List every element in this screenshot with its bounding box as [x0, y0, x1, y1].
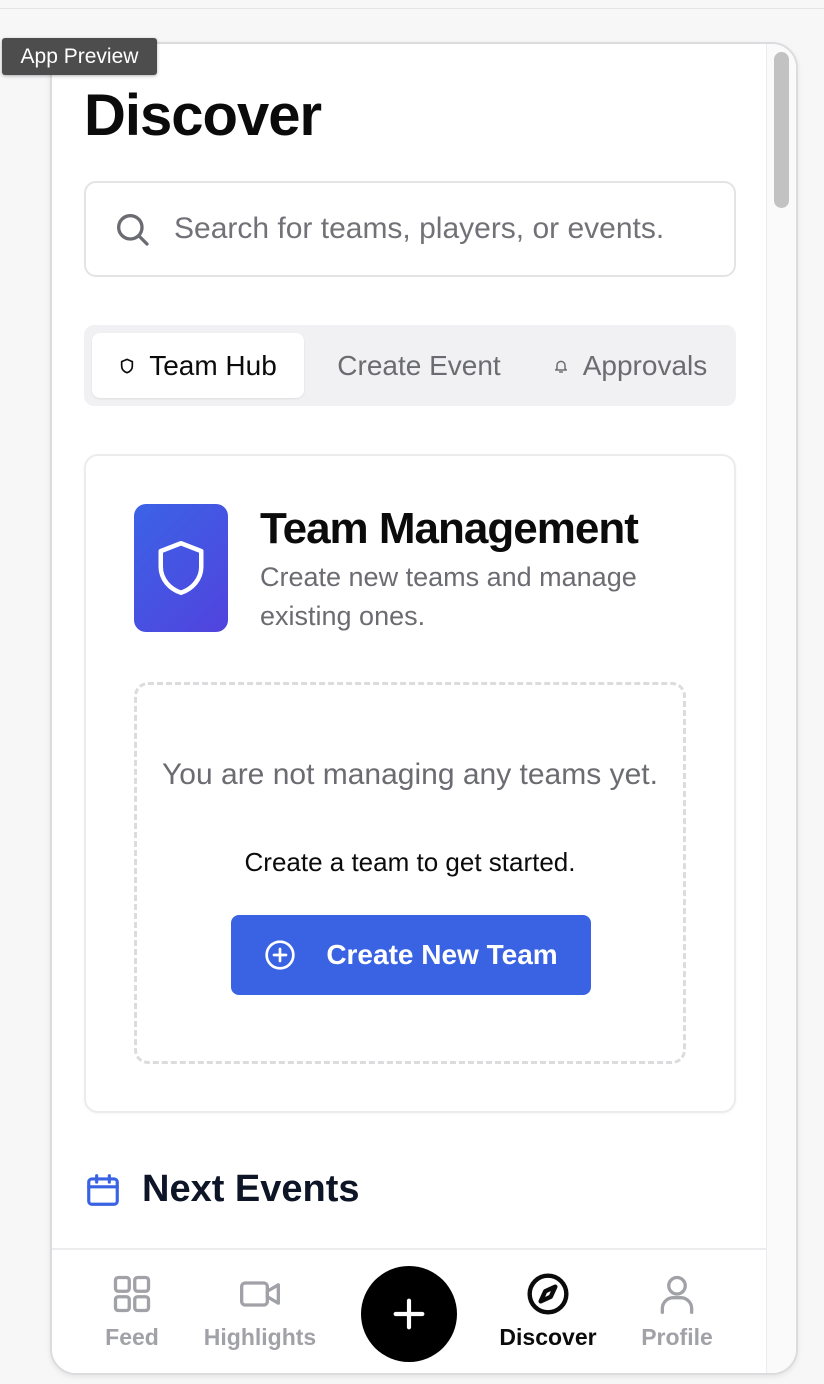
- nav-profile-label: Profile: [641, 1324, 713, 1350]
- nav-discover[interactable]: Discover: [478, 1272, 618, 1351]
- next-events-header: Next Events: [84, 1168, 360, 1211]
- bottom-nav: Feed Highlights Discover Profile: [52, 1248, 768, 1373]
- scrollbar-thumb[interactable]: [774, 52, 789, 208]
- empty-state-subtitle: Create a team to get started.: [244, 847, 576, 877]
- create-new-team-label: Create New Team: [326, 939, 558, 970]
- create-new-team-button[interactable]: Create New Team: [231, 915, 591, 995]
- empty-state-title: You are not managing any teams yet.: [162, 758, 658, 791]
- add-post-button[interactable]: [361, 1266, 457, 1362]
- nav-feed[interactable]: Feed: [62, 1272, 202, 1351]
- plus-circle-icon: [265, 940, 295, 970]
- grid-icon: [113, 1275, 151, 1313]
- team-management-card: Team Management Create new teams and man…: [84, 454, 736, 1113]
- tab-team-hub-label: Team Hub: [149, 349, 277, 381]
- search-icon: [117, 214, 149, 246]
- nav-highlights[interactable]: Highlights: [190, 1272, 330, 1351]
- nav-discover-label: Discover: [499, 1324, 597, 1350]
- shield-icon: [121, 358, 134, 373]
- calendar-icon: [87, 1173, 119, 1206]
- user-icon: [660, 1275, 694, 1314]
- search-box[interactable]: [84, 181, 736, 277]
- page-title: Discover: [84, 83, 322, 148]
- tab-approvals-label: Approvals: [582, 349, 708, 381]
- plus-icon: [393, 1298, 425, 1330]
- card-subtitle: Create new teams and manage existing one…: [260, 562, 637, 631]
- video-icon: [240, 1281, 280, 1307]
- search-input[interactable]: [174, 212, 714, 246]
- tab-team-hub[interactable]: Team Hub: [92, 333, 304, 398]
- bell-icon: [554, 360, 567, 373]
- app-preview-tag: App Preview: [2, 38, 157, 75]
- window-top-divider: [0, 8, 824, 9]
- tab-approvals[interactable]: Approvals: [530, 333, 730, 398]
- next-events-title: Next Events: [142, 1168, 360, 1210]
- discover-content: Discover Team Hub Create Event: [52, 44, 768, 1244]
- compass-icon: [527, 1273, 569, 1315]
- shield-icon: [158, 541, 204, 595]
- device-frame: Discover Team Hub Create Event: [50, 42, 798, 1375]
- tab-create-event-label: Create Event: [337, 349, 501, 381]
- empty-state: You are not managing any teams yet. Crea…: [134, 682, 686, 1064]
- nav-feed-label: Feed: [105, 1324, 159, 1350]
- scrollbar-track[interactable]: [766, 44, 796, 1373]
- nav-highlights-label: Highlights: [203, 1324, 317, 1350]
- card-title: Team Management: [260, 504, 639, 553]
- nav-profile[interactable]: Profile: [607, 1272, 747, 1351]
- tab-create-event[interactable]: Create Event: [314, 333, 524, 398]
- tab-bar: Team Hub Create Event Approvals: [84, 325, 736, 406]
- team-management-icon-tile: [134, 504, 228, 632]
